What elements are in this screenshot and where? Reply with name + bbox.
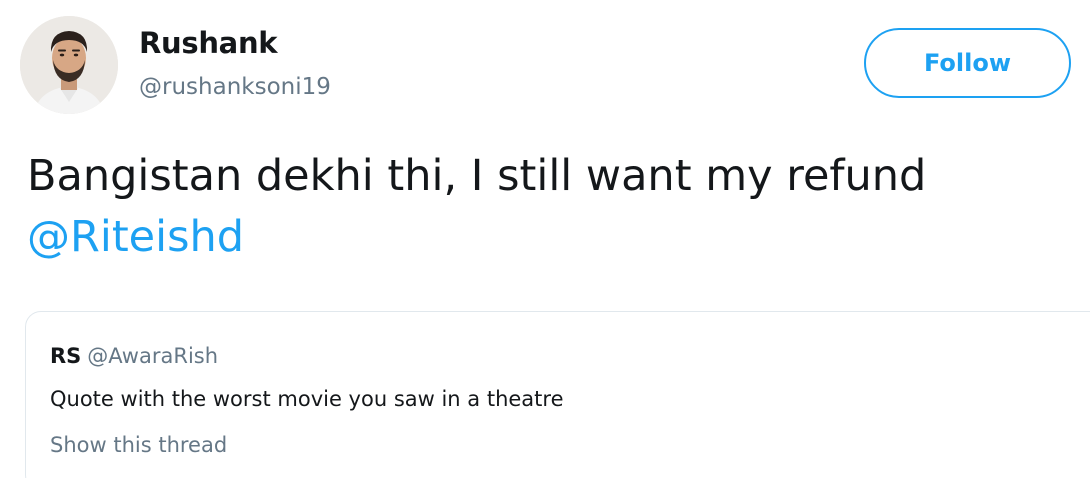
tweet-text-line: Bangistan dekhi thi, I still want my ref… (27, 151, 927, 201)
avatar-photo-icon (20, 16, 118, 114)
follow-button[interactable]: Follow (864, 28, 1071, 98)
show-thread-link[interactable]: Show this thread (50, 433, 227, 457)
author-handle[interactable]: @rushanksoni19 (139, 74, 331, 100)
quoted-tweet-text: Quote with the worst movie you saw in a … (50, 387, 564, 411)
quoted-tweet-header: RS @AwaraRish (50, 344, 218, 368)
quoted-author-handle: @AwaraRish (87, 344, 219, 368)
author-display-name[interactable]: Rushank (139, 26, 278, 60)
avatar[interactable] (20, 16, 118, 114)
quoted-tweet-card[interactable]: RS @AwaraRish Quote with the worst movie … (25, 311, 1090, 478)
tweet-mention-link[interactable]: @Riteishd (27, 207, 1067, 268)
tweet-card: Rushank @rushanksoni19 Follow Bangistan … (0, 0, 1090, 478)
quoted-author-name: RS (50, 344, 82, 368)
tweet-text: Bangistan dekhi thi, I still want my ref… (27, 146, 1067, 268)
